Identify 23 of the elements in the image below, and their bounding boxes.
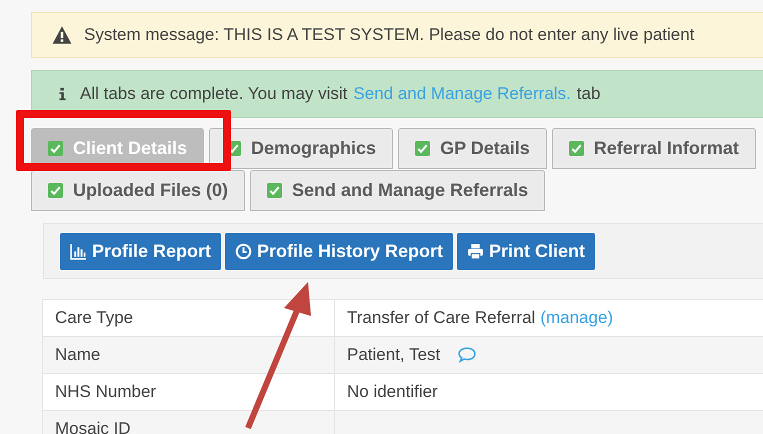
alert-message: tab [576, 84, 600, 104]
tab[interactable]: Send and Manage Referrals [250, 170, 546, 211]
tab[interactable]: Referral Informat [552, 128, 756, 169]
field-label: Care Type [55, 308, 134, 328]
field-value: Patient, Test [347, 345, 440, 365]
tab[interactable]: Demographics [209, 128, 394, 169]
field-value: Transfer of Care Referral [347, 308, 536, 328]
field-value: No identifier [347, 382, 438, 402]
bar-chart-icon [70, 243, 87, 260]
tab[interactable]: GP Details [398, 128, 547, 169]
field-label: Mosaic ID [55, 419, 131, 434]
field-label: NHS Number [55, 382, 156, 402]
report-button[interactable]: Print Client [457, 233, 596, 270]
printer-icon [467, 243, 484, 260]
report-button[interactable]: Profile Report [60, 233, 222, 270]
clock-icon [235, 243, 252, 260]
tab[interactable]: Uploaded Files (0) [31, 170, 246, 211]
warning-icon [52, 25, 72, 45]
alert-message: System message: THIS IS A TEST SYSTEM. Please do not enter any live patient [84, 25, 694, 45]
manage-link[interactable]: (manage) [540, 308, 614, 328]
report-button[interactable]: Profile History Report [225, 233, 454, 270]
field-label: Name [55, 345, 100, 365]
alert-message: All tabs are complete. You may visit [80, 84, 348, 104]
